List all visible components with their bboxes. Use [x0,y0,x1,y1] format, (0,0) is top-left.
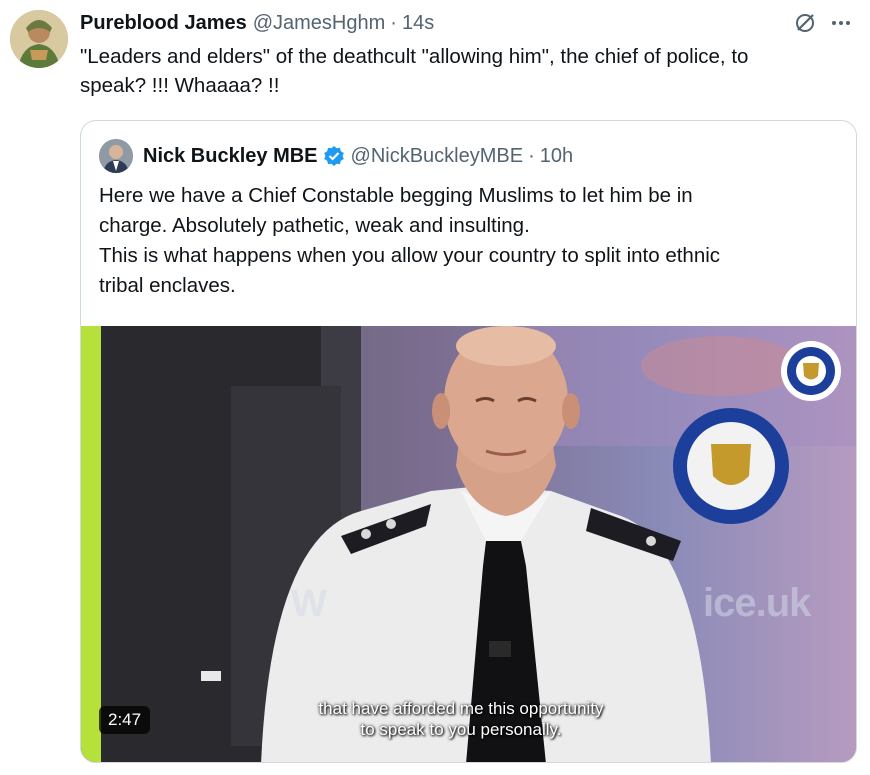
quote-time[interactable]: 10h [540,145,573,168]
tweet-text-line: speak? !!! Whaaaa? !! [80,74,280,97]
author-handle[interactable]: @JamesHghm [253,12,386,35]
author-avatar[interactable] [10,10,68,68]
video-player[interactable]: W ice.uk that have afforded me this oppo… [81,326,856,762]
verified-badge-icon [323,145,345,167]
quote-text-line: tribal enclaves. [99,274,236,297]
author-name[interactable]: Pureblood James [80,12,247,35]
video-watermark: ice.uk [703,581,811,625]
tweet-text: "Leaders and elders" of the deathcult "a… [80,42,850,100]
video-subtitle: to speak to you personally. [360,720,562,739]
video-frame: W [81,326,856,762]
quote-author-handle[interactable]: @NickBuckleyMBE [351,145,524,168]
tweet-time[interactable]: 14s [402,12,434,35]
tweet-text-line: "Leaders and elders" of the deathcult "a… [80,45,749,68]
quote-text: Here we have a Chief Constable begging M… [99,181,826,301]
grok-icon[interactable] [792,10,818,36]
video-duration: 2:47 [99,706,151,734]
separator: · [528,144,535,167]
video-subtitle: that have afforded me this opportunity [318,699,604,718]
quote-author-avatar[interactable] [99,139,133,173]
header-actions [792,10,854,36]
quote-text-line: Here we have a Chief Constable begging M… [99,184,693,207]
quote-text-line: This is what happens when you allow your… [99,244,721,267]
more-icon[interactable] [828,10,854,36]
quoted-tweet[interactable]: Nick Buckley MBE @NickBuckleyMBE · 10h H… [80,120,857,763]
quote-header: Nick Buckley MBE @NickBuckleyMBE · 10h [99,139,573,173]
tweet-header: Pureblood James @JamesHghm · 14s [80,10,854,36]
quote-text-line: charge. Absolutely pathetic, weak and in… [99,214,530,237]
quote-author-name[interactable]: Nick Buckley MBE [143,145,318,168]
svg-text:W: W [291,583,327,625]
separator: · [390,11,397,34]
